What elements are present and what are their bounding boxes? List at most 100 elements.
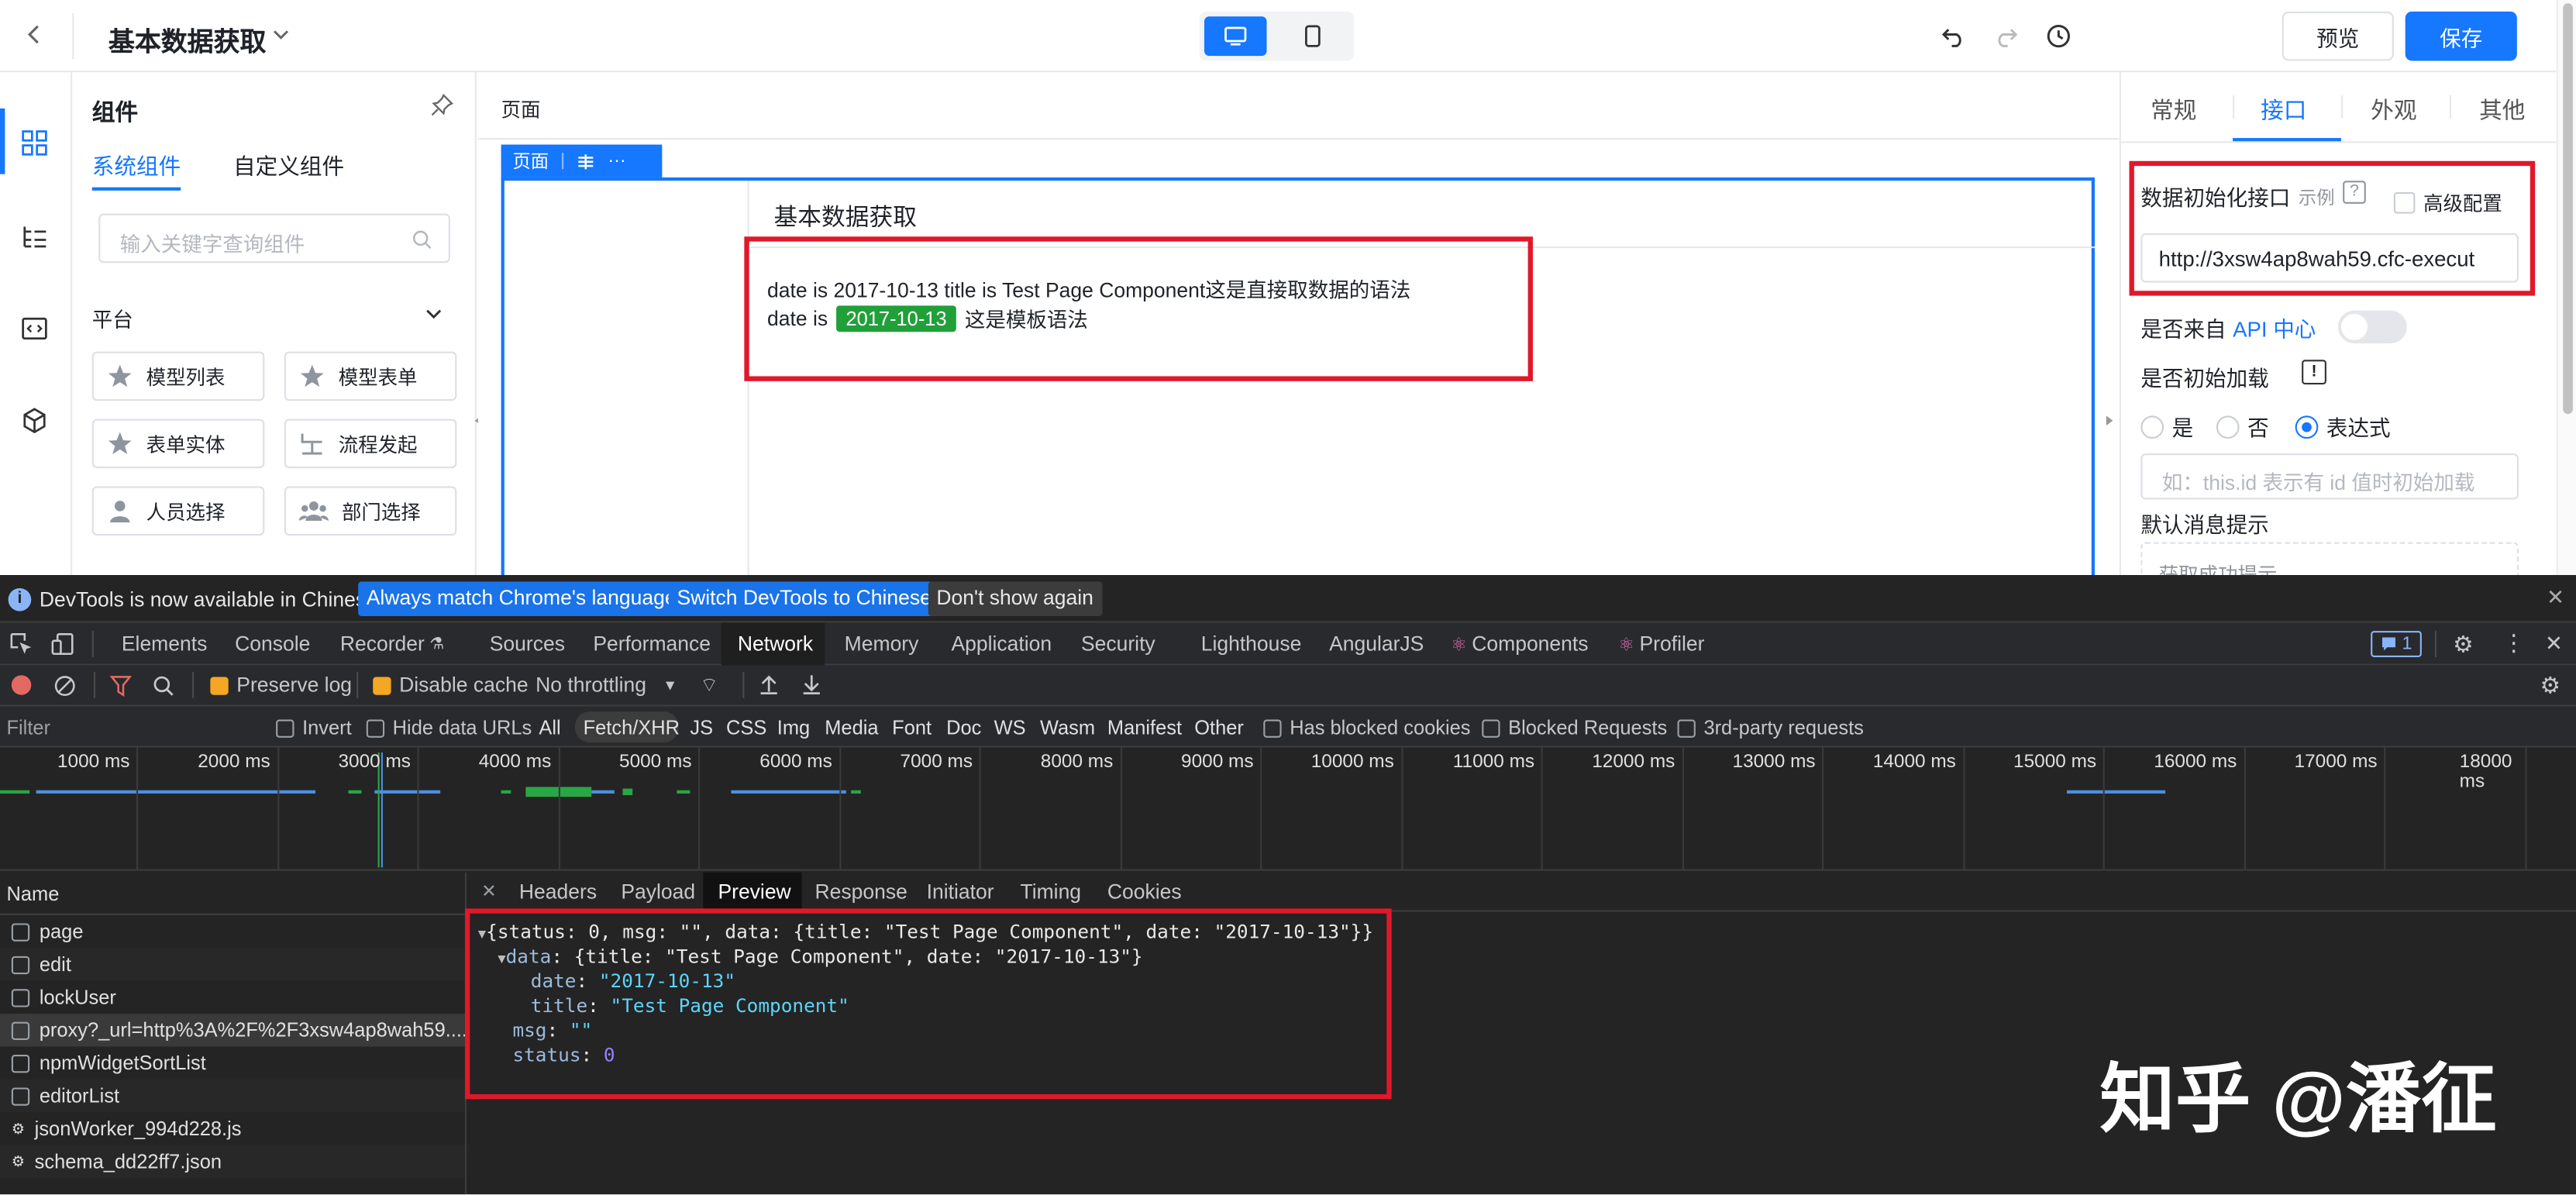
invert-checkbox[interactable]: Invert [276, 716, 352, 739]
export-har-icon[interactable] [802, 673, 821, 695]
checkbox[interactable] [1263, 718, 1282, 737]
tab-performance[interactable]: Performance [593, 632, 711, 656]
mobile-view-button[interactable] [1301, 25, 1324, 48]
page-scrollbar[interactable] [2556, 0, 2576, 575]
tab-appearance[interactable]: 外观 [2371, 94, 2416, 126]
tab-application[interactable]: Application [951, 632, 1052, 656]
checkbox[interactable] [276, 718, 294, 737]
search-icon[interactable] [153, 675, 174, 697]
checkbox[interactable] [1677, 718, 1696, 737]
checkbox-checked[interactable] [373, 676, 391, 694]
radio-circle[interactable] [2140, 415, 2164, 438]
request-row[interactable]: page [0, 915, 465, 948]
tab-response[interactable]: Response [815, 880, 907, 904]
filter-input[interactable]: Filter [6, 716, 253, 739]
name-column-header[interactable]: Name [0, 873, 467, 915]
tab-api[interactable]: 接口 [2261, 94, 2306, 126]
component-form-entity[interactable]: 表单实体 [91, 418, 265, 469]
component-user-select[interactable]: 人员选择 [91, 486, 265, 536]
close-icon[interactable]: ✕ [2547, 585, 2564, 611]
tab-payload[interactable]: Payload [621, 880, 695, 904]
blocked-requests-checkbox[interactable]: Blocked Requests [1482, 716, 1667, 739]
scrollbar-thumb[interactable] [2563, 3, 2573, 415]
request-row[interactable]: edit [0, 948, 465, 981]
tab-cookies[interactable]: Cookies [1107, 880, 1182, 904]
dont-show-again-button[interactable]: Don't show again [928, 581, 1102, 616]
filter-type-media[interactable]: Media [825, 716, 878, 739]
tab-timing[interactable]: Timing [1021, 880, 1082, 904]
settings-gear-icon[interactable]: ⚙ [2453, 631, 2474, 659]
component-chip[interactable]: 页面 ··· [501, 144, 663, 177]
request-row[interactable]: editorList [0, 1079, 465, 1113]
tab-custom-components[interactable]: 自定义组件 [233, 148, 344, 181]
issues-badge[interactable]: 1 [2371, 631, 2423, 657]
filter-type-other[interactable]: Other [1194, 716, 1244, 739]
back-icon[interactable] [22, 22, 48, 48]
tab-preview[interactable]: Preview [718, 880, 790, 904]
cube-icon[interactable] [22, 408, 48, 434]
tab-initiator[interactable]: Initiator [927, 880, 994, 904]
collapse-right-handle[interactable] [2101, 402, 2117, 439]
always-match-language-button[interactable]: Always match Chrome's language [358, 581, 685, 616]
third-party-checkbox[interactable]: 3rd-party requests [1677, 716, 1864, 739]
filter-type-all[interactable]: All [539, 716, 560, 739]
network-conditions-icon[interactable]: ⌔ [700, 673, 718, 698]
component-dept-select[interactable]: 部门选择 [284, 486, 457, 536]
tab-elements[interactable]: Elements [122, 632, 207, 656]
api-center-toggle[interactable] [2337, 310, 2407, 344]
tab-system-components[interactable]: 系统组件 [92, 148, 181, 181]
inspect-element-icon[interactable] [10, 632, 33, 656]
chevron-down-icon[interactable] [270, 23, 293, 46]
component-search-input[interactable]: 输入关键字查询组件 [98, 213, 450, 263]
component-flow-start[interactable]: 流程发起 [284, 418, 457, 469]
filter-type-fetch-xhr[interactable]: Fetch/XHR [584, 716, 680, 739]
history-icon[interactable] [2045, 23, 2071, 50]
tab-security[interactable]: Security [1081, 632, 1155, 656]
checkbox[interactable] [1482, 718, 1500, 737]
more-options-icon[interactable]: ⋮ [2502, 629, 2526, 657]
close-detail-icon[interactable]: ✕ [481, 880, 497, 901]
tab-sources[interactable]: Sources [490, 632, 565, 656]
filter-type-doc[interactable]: Doc [946, 716, 981, 739]
radio-expression[interactable]: 表达式 [2295, 411, 2391, 442]
desktop-view-button[interactable] [1204, 16, 1267, 57]
radio-yes[interactable]: 是 [2140, 411, 2193, 442]
tab-console[interactable]: Console [235, 632, 310, 656]
undo-icon[interactable] [1941, 23, 1967, 50]
tab-general[interactable]: 常规 [2151, 94, 2196, 126]
components-grid-icon[interactable] [22, 129, 48, 156]
tab-profiler[interactable]: ⚛ Profiler [1618, 632, 1704, 656]
hide-data-urls-checkbox[interactable]: Hide data URLs [366, 716, 532, 739]
filter-type-img[interactable]: Img [777, 716, 810, 739]
filter-type-ws[interactable]: WS [994, 716, 1026, 739]
radio-circle-selected[interactable] [2295, 415, 2319, 438]
tab-headers[interactable]: Headers [519, 880, 597, 904]
expression-input[interactable]: 如：this.id 表示有 id 值时初始加载 [2140, 453, 2519, 500]
record-icon[interactable] [11, 675, 32, 695]
checkbox[interactable] [366, 718, 385, 737]
throttling-select[interactable]: No throttling ▼ [536, 673, 677, 697]
radio-no[interactable]: 否 [2216, 411, 2269, 442]
tab-recorder[interactable]: Recorder ⚗ [340, 632, 444, 656]
request-row[interactable]: lockUser [0, 981, 465, 1014]
filter-type-manifest[interactable]: Manifest [1107, 716, 1182, 739]
filter-funnel-icon[interactable] [110, 675, 132, 697]
tab-components[interactable]: ⚛ Components [1451, 632, 1589, 656]
import-har-icon[interactable] [759, 673, 778, 695]
radio-circle[interactable] [2216, 415, 2240, 438]
tab-angularjs[interactable]: AngularJS [1329, 632, 1424, 656]
code-icon[interactable] [22, 315, 48, 342]
filter-type-css[interactable]: CSS [726, 716, 766, 739]
request-row[interactable]: npmWidgetSortList [0, 1046, 465, 1079]
redo-icon[interactable] [1993, 23, 2020, 50]
clear-icon[interactable] [54, 675, 76, 697]
save-button[interactable]: 保存 [2405, 11, 2517, 61]
disable-cache-checkbox[interactable]: Disable cache [373, 673, 529, 697]
outline-tree-icon[interactable] [22, 223, 48, 250]
request-row[interactable]: ⚙ jsonWorker_994d228.js [0, 1112, 465, 1145]
preview-button[interactable]: 预览 [2282, 11, 2394, 61]
tab-network[interactable]: Network [738, 632, 813, 656]
blocked-cookies-checkbox[interactable]: Has blocked cookies [1263, 716, 1471, 739]
network-settings-gear-icon[interactable]: ⚙ [2540, 672, 2561, 700]
filter-type-wasm[interactable]: Wasm [1040, 716, 1095, 739]
